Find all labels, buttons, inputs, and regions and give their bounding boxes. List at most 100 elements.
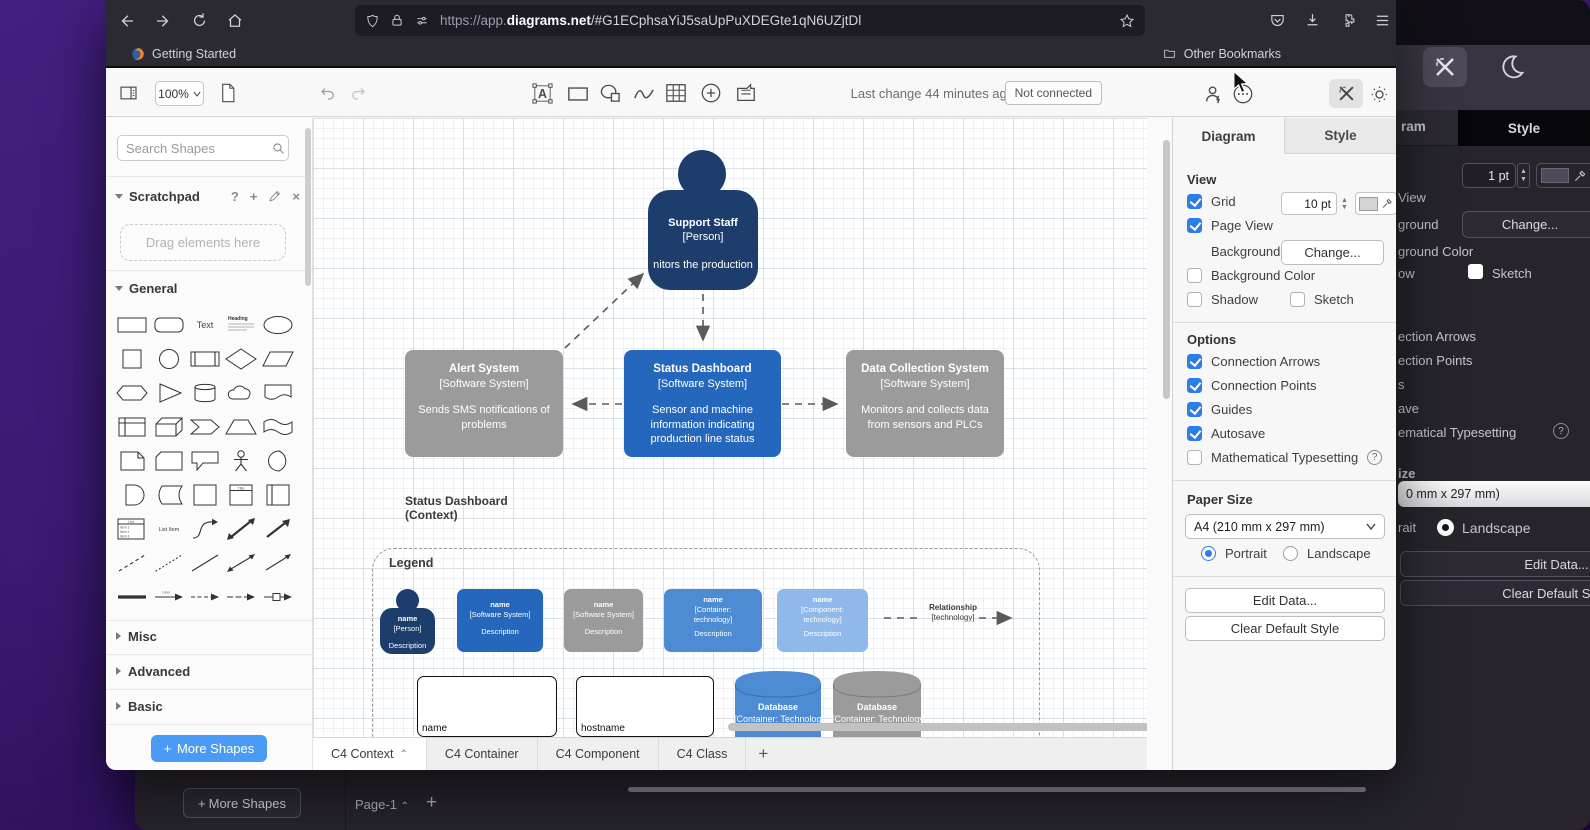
forward-button[interactable] [148,6,178,36]
add-icon[interactable]: + [250,189,258,204]
shape-text[interactable]: Text [187,308,223,342]
legend-container-item[interactable]: name [Container: technology] Description [664,589,762,652]
add-page-button[interactable]: + [746,738,780,770]
shield-icon[interactable] [365,13,380,29]
shape-and[interactable] [114,478,150,512]
shape-curve[interactable] [187,512,223,546]
theme-sun-icon[interactable] [1369,84,1390,105]
sidebar-scrollbar[interactable] [305,128,311,286]
edit-pencil-icon[interactable] [268,190,281,203]
insert-rectangle-icon[interactable] [567,86,589,102]
reload-button[interactable] [184,6,214,36]
shape-dashed-arrow-2[interactable] [223,580,259,614]
legend-node-name[interactable]: name [417,676,557,737]
shape-parallelogram[interactable] [260,342,296,376]
tab-style[interactable]: Style [1284,118,1396,154]
more-shapes-button[interactable]: + More Shapes [151,735,267,762]
shape-triangle[interactable] [150,376,186,410]
landscape-radio[interactable] [1283,546,1298,561]
shape-circle[interactable] [150,342,186,376]
background-change-button[interactable]: Change... [1281,240,1384,265]
bookmark-star-icon[interactable] [1119,13,1135,29]
scratchpad-dropzone[interactable]: Drag elements here [120,224,286,261]
legend-external-system[interactable]: name [Software System] Description [564,589,643,652]
tab-c4-class[interactable]: C4 Class [659,738,747,770]
canvas-horizontal-scrollbar[interactable] [728,723,1147,731]
shape-list-item[interactable]: List Item [150,512,186,546]
tab-diagram[interactable]: Diagram [1173,118,1284,154]
shape-connector-symbol[interactable] [260,580,296,614]
legend-component-item[interactable]: name [Component: technology] Description [777,589,868,652]
clear-default-style-button[interactable]: Clear Default Style [1185,616,1385,641]
person-node-support-staff[interactable]: Support Staff [Person] nitors the produc… [648,190,758,290]
sketch-toggle-button[interactable] [1329,79,1363,108]
insert-plus-icon[interactable] [700,82,722,104]
background-clear-style-button[interactable]: Clear Default Style [1400,580,1590,606]
background-landscape-radio[interactable] [1437,519,1454,536]
shape-tape[interactable] [260,410,296,444]
grid-checkbox[interactable] [1187,194,1202,209]
help-icon[interactable]: ? [231,189,239,204]
background-change-button[interactable]: Change... [1462,211,1590,238]
shape-vertical-container[interactable] [260,478,296,512]
background-add-page-button[interactable]: + [426,792,437,814]
background-grid-color-button[interactable] [1536,163,1590,188]
tab-c4-context[interactable]: C4 Context ⌃ [313,738,427,770]
permissions-icon[interactable] [414,14,430,28]
shape-container-title[interactable]: Title [223,478,259,512]
background-paper-select[interactable]: 0 mm x 297 mm) ▲▼ [1398,481,1590,507]
redo-icon[interactable] [348,84,368,102]
home-button[interactable] [220,6,250,36]
search-shapes-input[interactable] [117,135,289,161]
shape-document[interactable] [260,376,296,410]
page-icon[interactable] [218,82,237,104]
shape-trapezoid[interactable] [223,410,259,444]
background-color-checkbox[interactable] [1187,268,1202,283]
shape-internal-storage[interactable] [114,410,150,444]
shape-process[interactable] [187,342,223,376]
shape-rounded-rectangle[interactable] [150,308,186,342]
dark-mode-moon-icon[interactable] [1498,53,1526,81]
insert-text-icon[interactable]: A [531,82,554,105]
shape-diamond[interactable] [223,342,259,376]
shape-square[interactable] [114,342,150,376]
downloads-icon[interactable] [1297,6,1327,36]
share-user-icon[interactable] [1202,83,1225,105]
shape-cylinder[interactable] [187,376,223,410]
grid-size-stepper[interactable]: ▲ ▼ [1338,192,1351,215]
background-page-tab[interactable]: Page-1 ⌃ [355,797,409,812]
shape-step[interactable] [187,410,223,444]
shape-arrow-link[interactable]: Label [150,580,186,614]
zoom-dropdown[interactable]: 100% [155,81,204,106]
legend-node-hostname[interactable]: hostname [576,676,714,737]
bookmark-getting-started[interactable]: Getting Started [152,47,236,61]
tab-c4-container[interactable]: C4 Container [427,738,538,770]
insert-table-icon[interactable] [665,82,687,104]
shape-dashed-line[interactable] [114,546,150,580]
page-view-checkbox[interactable] [1187,218,1202,233]
shape-data-storage[interactable] [150,478,186,512]
system-node-status-dashboard[interactable]: Status Dashboard [Software System] Senso… [624,350,781,457]
help-icon[interactable]: ? [1553,423,1569,439]
lock-icon[interactable] [390,13,404,28]
shadow-checkbox[interactable] [1187,292,1202,307]
edit-data-button[interactable]: Edit Data... [1185,588,1385,613]
not-connected-badge[interactable]: Not connected [1004,81,1102,105]
background-tab-style[interactable]: Style [1458,110,1590,146]
shape-actor[interactable] [223,444,259,478]
system-node-data-collection[interactable]: Data Collection System [Software System]… [846,350,1004,457]
menu-hamburger-icon[interactable] [1367,6,1396,36]
help-icon[interactable]: ? [1367,450,1383,465]
shape-link[interactable] [114,580,150,614]
shape-container[interactable] [187,478,223,512]
format-panel-scrollbar[interactable] [1163,140,1170,399]
shape-hexagon[interactable] [114,376,150,410]
shape-cloud[interactable] [223,376,259,410]
background-horizontal-scrollbar[interactable] [628,787,1366,792]
url-bar[interactable]: https://app.diagrams.net/#G1ECphsaYiJ5sa… [355,5,1145,36]
general-section-header[interactable]: General [106,278,312,298]
advanced-section-header[interactable]: Advanced [106,661,312,681]
shape-arrow[interactable] [260,512,296,546]
comment-icon[interactable] [735,82,757,104]
shape-heading[interactable]: Heading [223,308,259,342]
